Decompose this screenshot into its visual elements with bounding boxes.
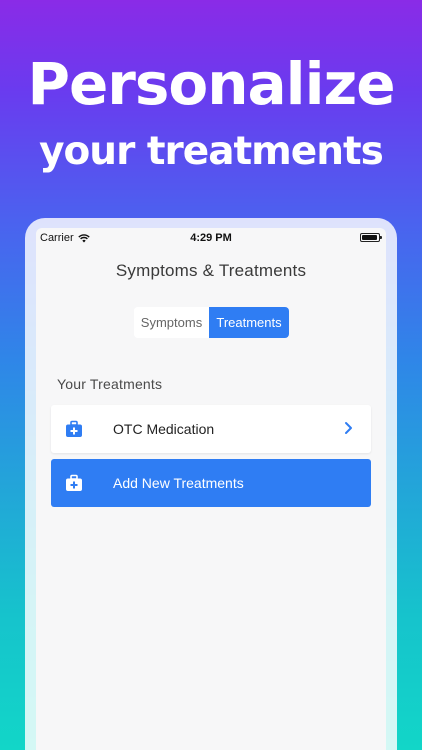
add-button-label: Add New Treatments <box>113 475 244 491</box>
treatment-label: OTC Medication <box>113 421 215 437</box>
section-title: Your Treatments <box>57 376 163 392</box>
segmented-control: Symptoms Treatments <box>134 307 289 338</box>
treatment-row-otc-medication[interactable]: OTC Medication <box>51 405 371 453</box>
tab-symptoms[interactable]: Symptoms <box>134 307 209 338</box>
battery-icon <box>360 233 382 242</box>
status-time: 4:29 PM <box>190 232 232 244</box>
headline-personalize: Personalize <box>27 50 395 118</box>
headline-treatments: your treatments <box>39 129 384 174</box>
medical-kit-icon <box>66 474 82 491</box>
chevron-right-icon <box>345 422 352 434</box>
page-title: Symptoms & Treatments <box>115 261 307 280</box>
status-bar: Carrier 4:29 PM <box>36 228 386 248</box>
medical-kit-icon <box>66 420 82 437</box>
add-new-treatments-button[interactable]: Add New Treatments <box>51 459 371 507</box>
tab-treatments[interactable]: Treatments <box>209 307 289 338</box>
app-screen: Carrier 4:29 PM Symptoms & Treatments Sy… <box>36 228 386 750</box>
